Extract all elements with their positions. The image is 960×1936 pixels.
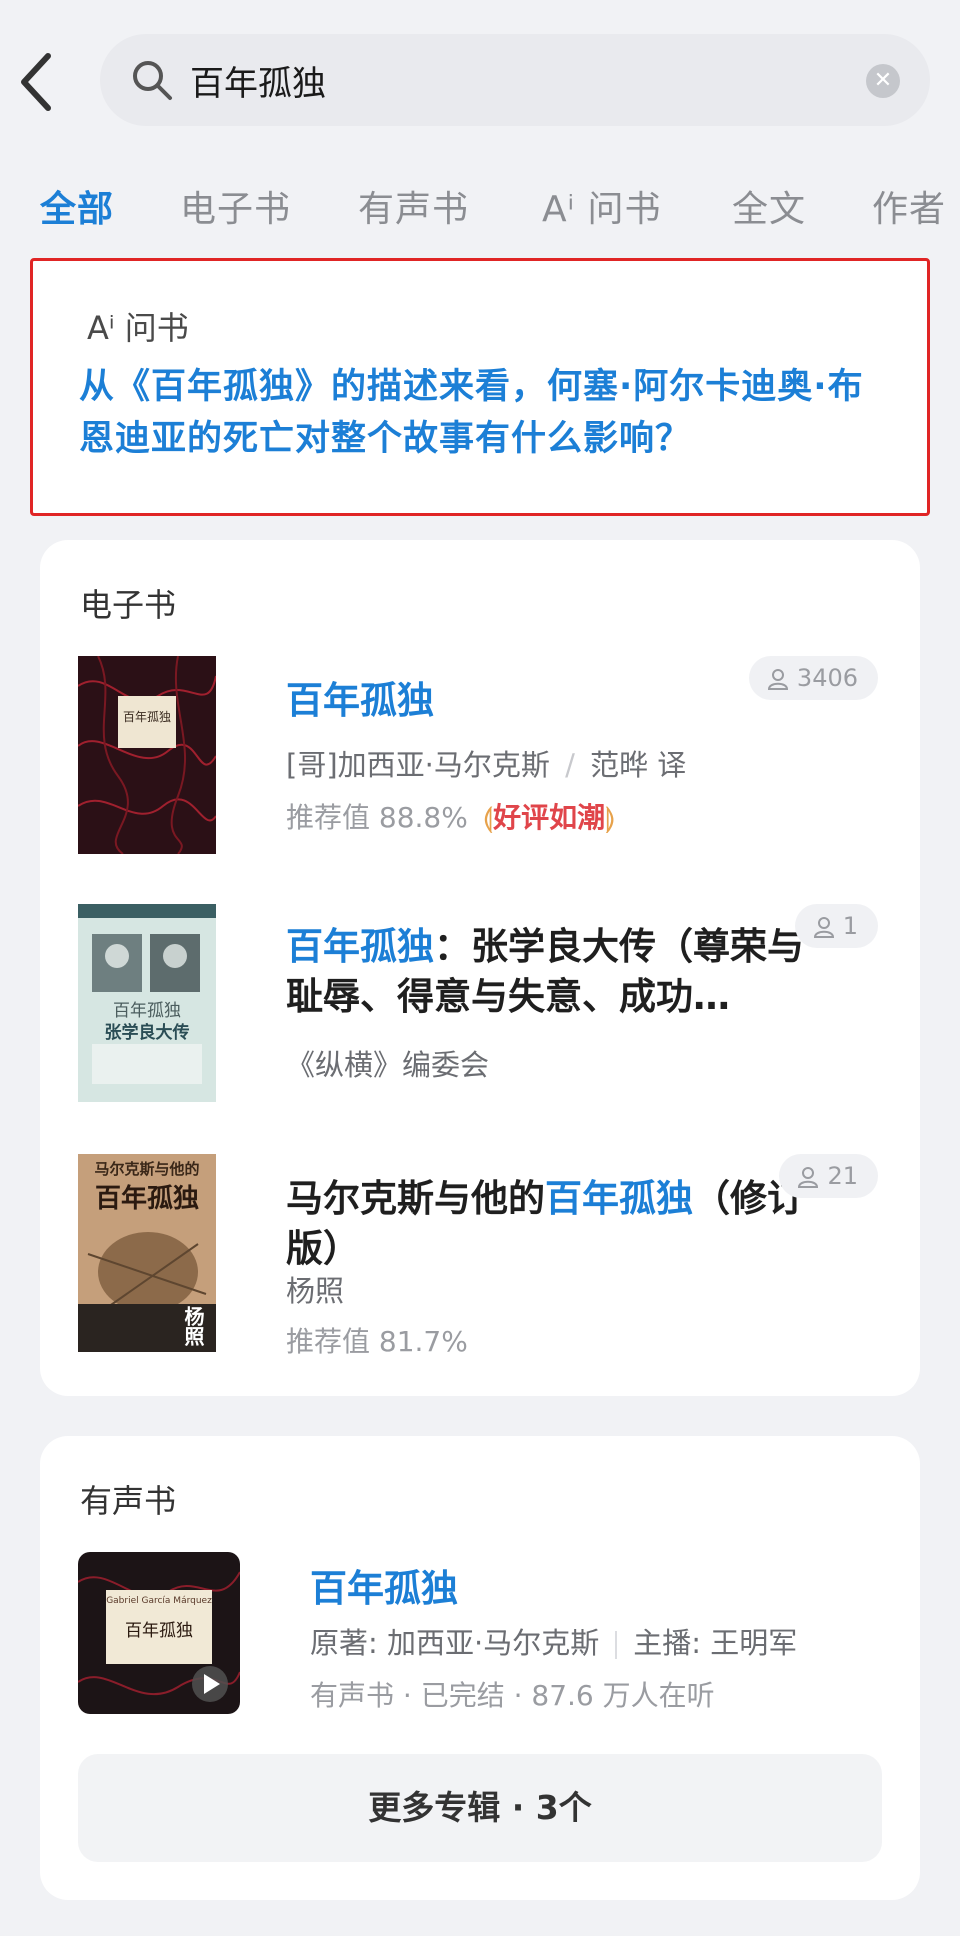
tab-audiobooks[interactable]: 有声书 — [358, 180, 469, 232]
divider — [615, 1631, 618, 1659]
ai-card-header: Aⁱ 问书 — [87, 303, 189, 349]
rating-tag: ⟬好评如潮⟭ — [482, 801, 616, 834]
cover-title: 百年孤独 — [125, 1621, 193, 1641]
audiobook-title: 百年孤独 — [310, 1567, 458, 1610]
cover-title-top: 马尔克斯与他的 — [94, 1160, 200, 1178]
audiobooks-section: 有声书 Gabriel García Márquez 百年孤独 百年孤独 原著:… — [40, 1436, 920, 1900]
reader-count-badge: 3406 — [748, 656, 878, 700]
tab-all[interactable]: 全部 — [40, 180, 114, 232]
ai-icon: Aⁱ — [542, 189, 576, 230]
list-item[interactable]: Gabriel García Márquez 百年孤独 百年孤独 原著: 加西亚… — [78, 1552, 878, 1716]
cover-author: Gabriel García Márquez — [106, 1596, 212, 1606]
book-cover: 马尔克斯与他的 百年孤独 杨照 — [78, 1154, 216, 1352]
chevron-left-icon — [21, 53, 51, 111]
back-button[interactable] — [12, 42, 68, 122]
person-icon — [813, 917, 834, 938]
book-author: [哥]加西亚·马尔克斯 / 范晔 译 — [286, 748, 687, 782]
reader-count-badge: 1 — [794, 904, 878, 948]
search-box[interactable]: ✕ — [100, 34, 930, 126]
more-albums-button[interactable]: 更多专辑 · 3个 — [78, 1754, 882, 1862]
tab-ai-ask-book[interactable]: Aⁱ 问书 — [542, 180, 662, 232]
top-bar: ✕ — [0, 0, 960, 150]
section-title: 有声书 — [80, 1482, 177, 1520]
ai-icon: Aⁱ — [87, 309, 115, 347]
book-author: 《纵横》编委会 — [286, 1048, 490, 1082]
category-tabs: 全部 电子书 有声书 Aⁱ 问书 全文 作者 — [0, 170, 960, 240]
tab-fulltext[interactable]: 全文 — [732, 180, 806, 232]
audiobook-meta: 有声书 · 已完结 · 87.6 万人在听 — [310, 1679, 715, 1712]
ai-question-text[interactable]: 从《百年孤独》的描述来看，何塞·阿尔卡迪奥·布恩迪亚的死亡对整个故事有什么影响？ — [79, 361, 899, 465]
person-icon — [767, 669, 788, 690]
book-title: 百年孤独：张学良大传（尊荣与耻辱、得意与失意、成功… — [286, 925, 804, 1018]
list-item[interactable]: 马尔克斯与他的 百年孤独 杨照 马尔克斯与他的百年孤独（修订版） 杨照 推荐值 … — [78, 1154, 878, 1358]
recommend-score: 推荐值 81.7% — [286, 1325, 468, 1358]
cover-author: 杨照 — [181, 1306, 205, 1346]
book-cover: 百年孤独 张学良大传 — [78, 904, 216, 1102]
list-item[interactable]: 百年孤独 百年孤独 [哥]加西亚·马尔克斯 / 范晔 译 推荐值 88.8% ⟬… — [78, 656, 878, 856]
recommend-score: 推荐值 88.8% ⟬好评如潮⟭ — [286, 796, 616, 836]
ai-card-header-label: 问书 — [124, 309, 189, 347]
tab-author[interactable]: 作者 — [872, 180, 946, 232]
cover-title: 百年孤独 — [122, 710, 171, 724]
cover-title: 百年孤独 — [94, 1184, 199, 1214]
search-input[interactable] — [190, 52, 830, 108]
reader-count-badge: 21 — [779, 1154, 878, 1198]
ai-question-card[interactable]: Aⁱ 问书 从《百年孤独》的描述来看，何塞·阿尔卡迪奥·布恩迪亚的死亡对整个故事… — [30, 258, 930, 516]
book-title: 百年孤独 — [286, 679, 434, 722]
laurel-icon: ⟬ — [482, 801, 494, 834]
book-title: 马尔克斯与他的百年孤独（修订版） — [286, 1177, 804, 1270]
ebooks-section: 电子书 百年孤独 百年孤独 [哥]加西亚·马尔克斯 / 范晔 译 推荐值 88.… — [40, 540, 920, 1396]
laurel-icon: ⟭ — [605, 801, 616, 834]
book-author: 杨照 — [286, 1274, 345, 1308]
audiobook-credits: 原著: 加西亚·马尔克斯 主播: 王明军 — [310, 1626, 798, 1660]
section-title: 电子书 — [80, 586, 177, 624]
list-item[interactable]: 百年孤独 张学良大传 百年孤独：张学良大传（尊荣与耻辱、得意与失意、成功… 《纵… — [78, 904, 878, 1104]
tab-ai-ask-book-label: 问书 — [587, 189, 662, 230]
search-icon — [133, 61, 172, 100]
book-cover: 百年孤独 — [78, 656, 216, 854]
audiobook-cover: Gabriel García Márquez 百年孤独 — [78, 1552, 240, 1714]
clear-search-icon[interactable]: ✕ — [866, 64, 900, 98]
person-icon — [798, 1167, 819, 1188]
tab-ebooks[interactable]: 电子书 — [180, 180, 291, 232]
cover-subtitle: 张学良大传 — [104, 1023, 190, 1043]
